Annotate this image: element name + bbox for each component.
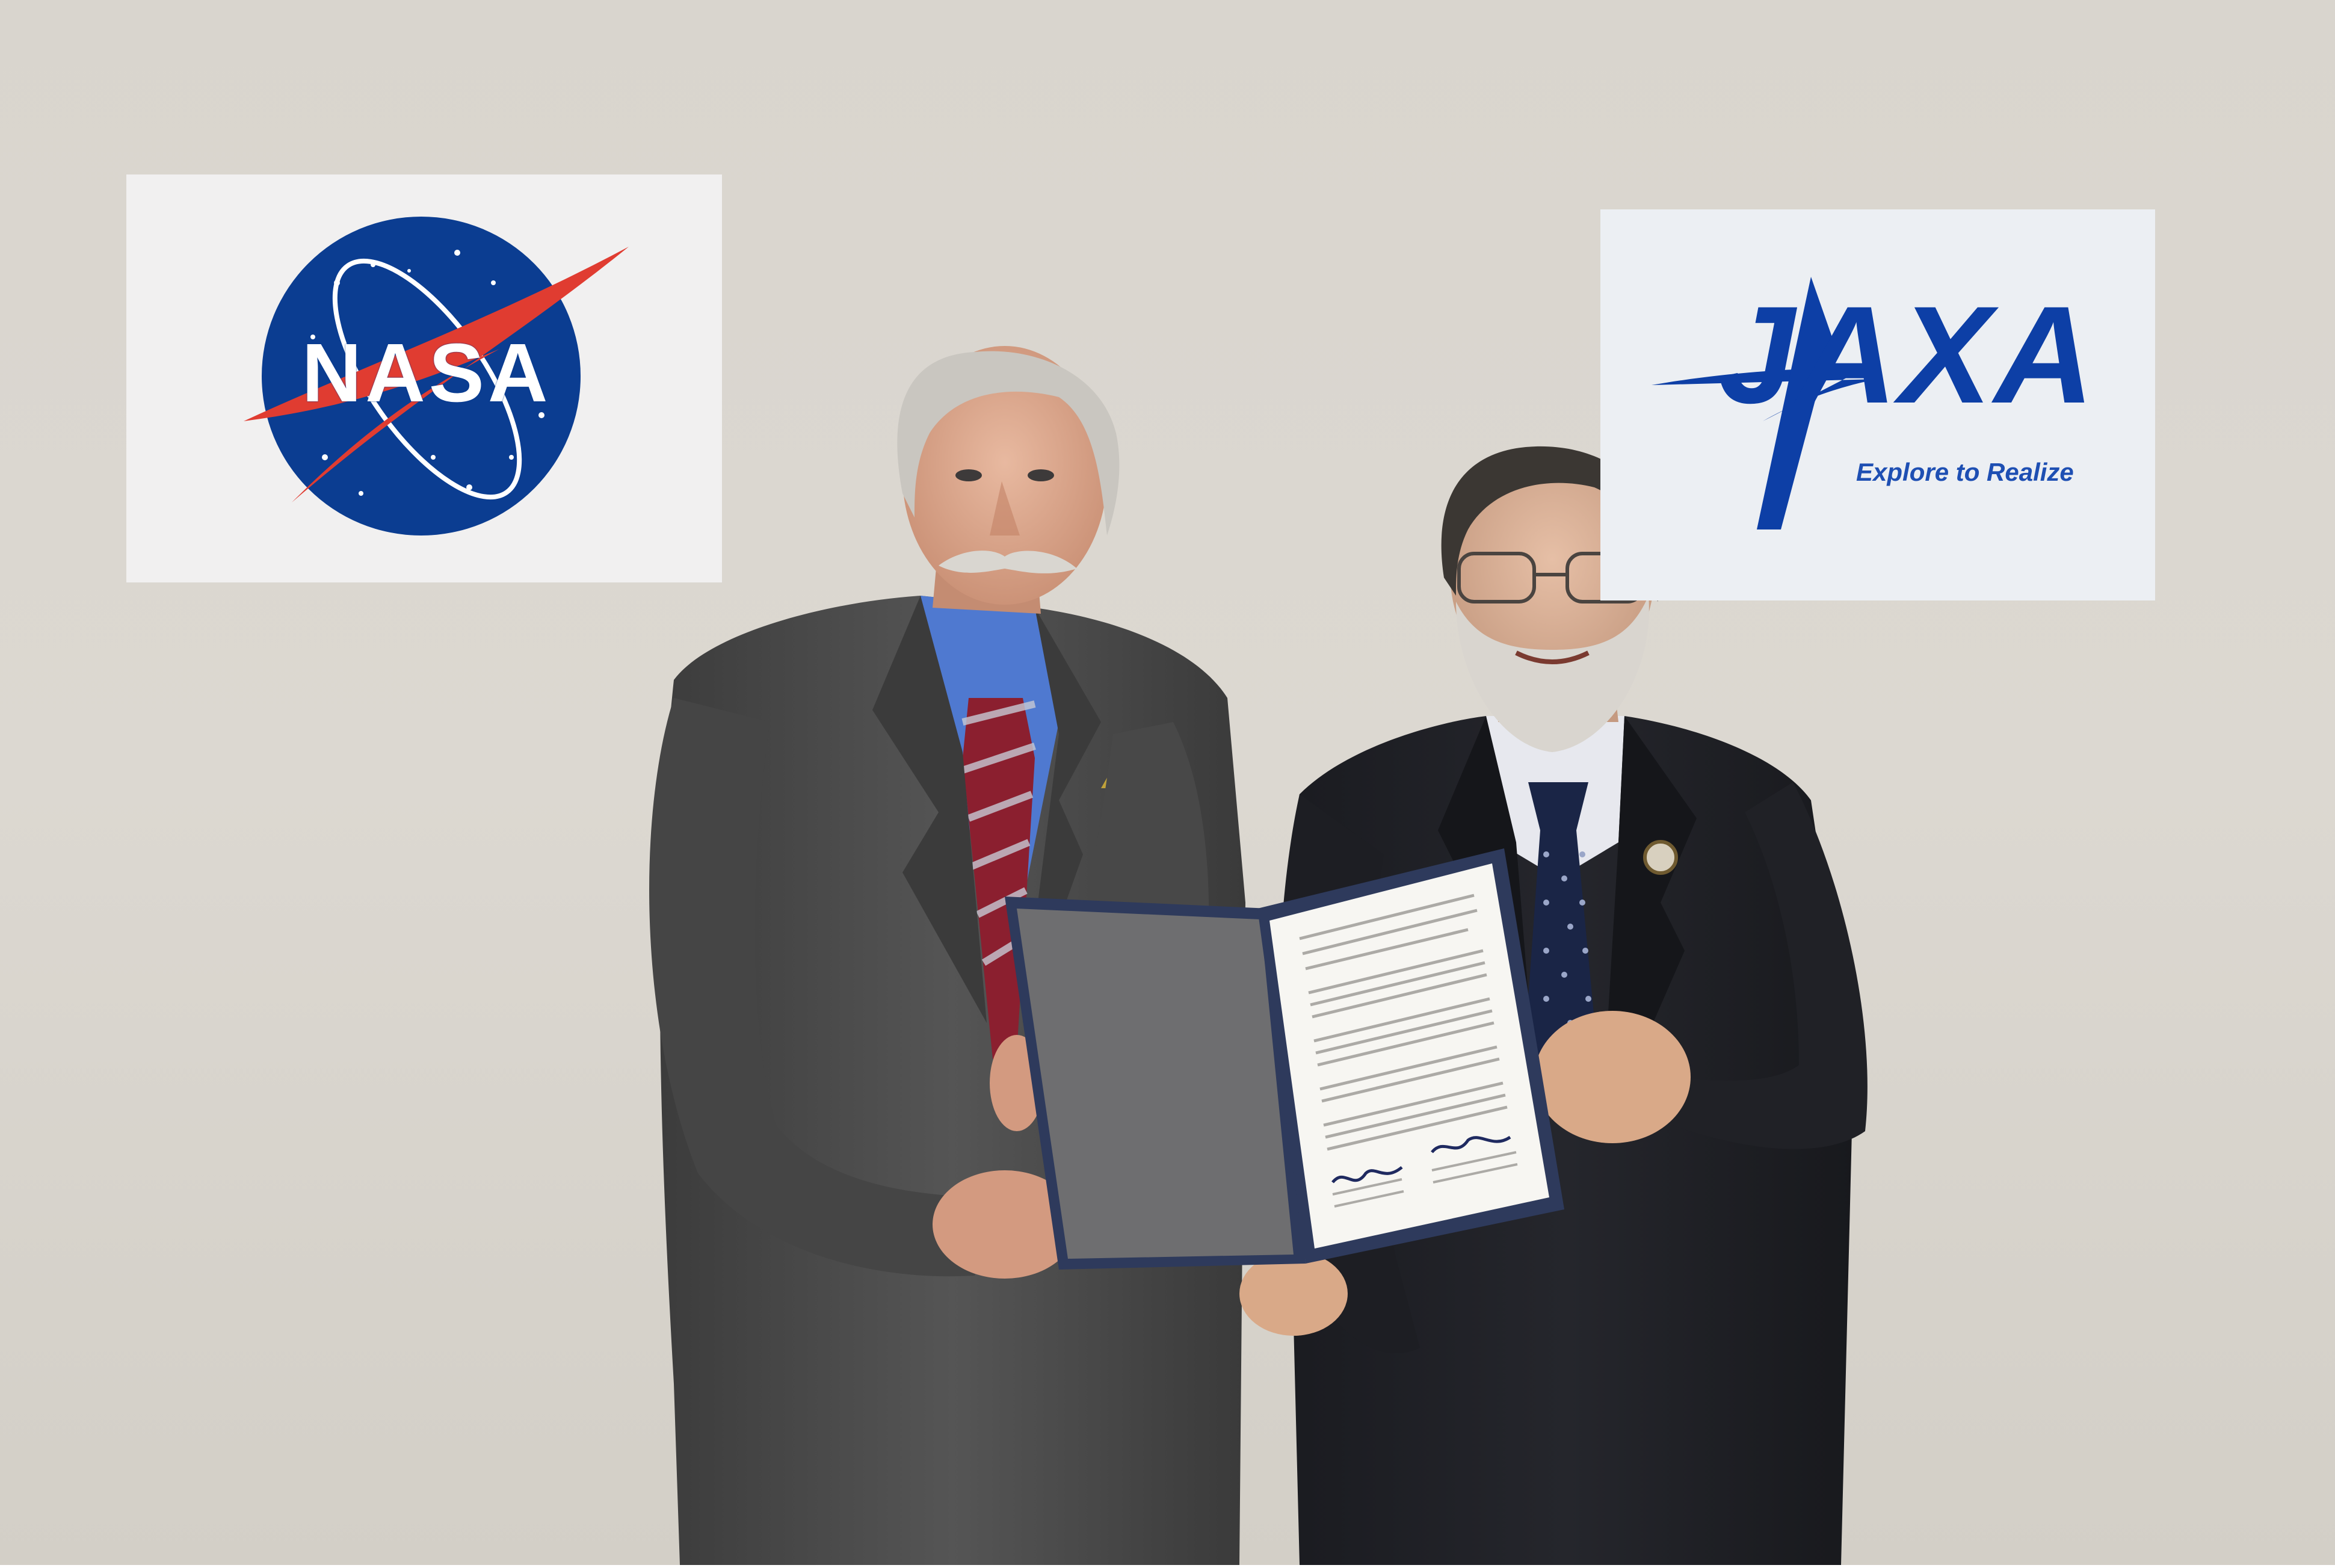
left-man-eye-left [955, 469, 982, 481]
right-man-hand-upper [1534, 1011, 1691, 1143]
jaxa-wordmark: JAXA [1718, 277, 2097, 432]
jaxa-slogan: Explore to Realize [1856, 458, 2074, 486]
photo-scene: NASA JAXA Explore to Realize [0, 0, 2335, 1565]
left-man-eye-right [1028, 469, 1054, 481]
nasa-wordmark: NASA [301, 327, 552, 419]
right-man-lapel-pin [1643, 840, 1678, 875]
scene-drawing [0, 0, 2335, 1565]
